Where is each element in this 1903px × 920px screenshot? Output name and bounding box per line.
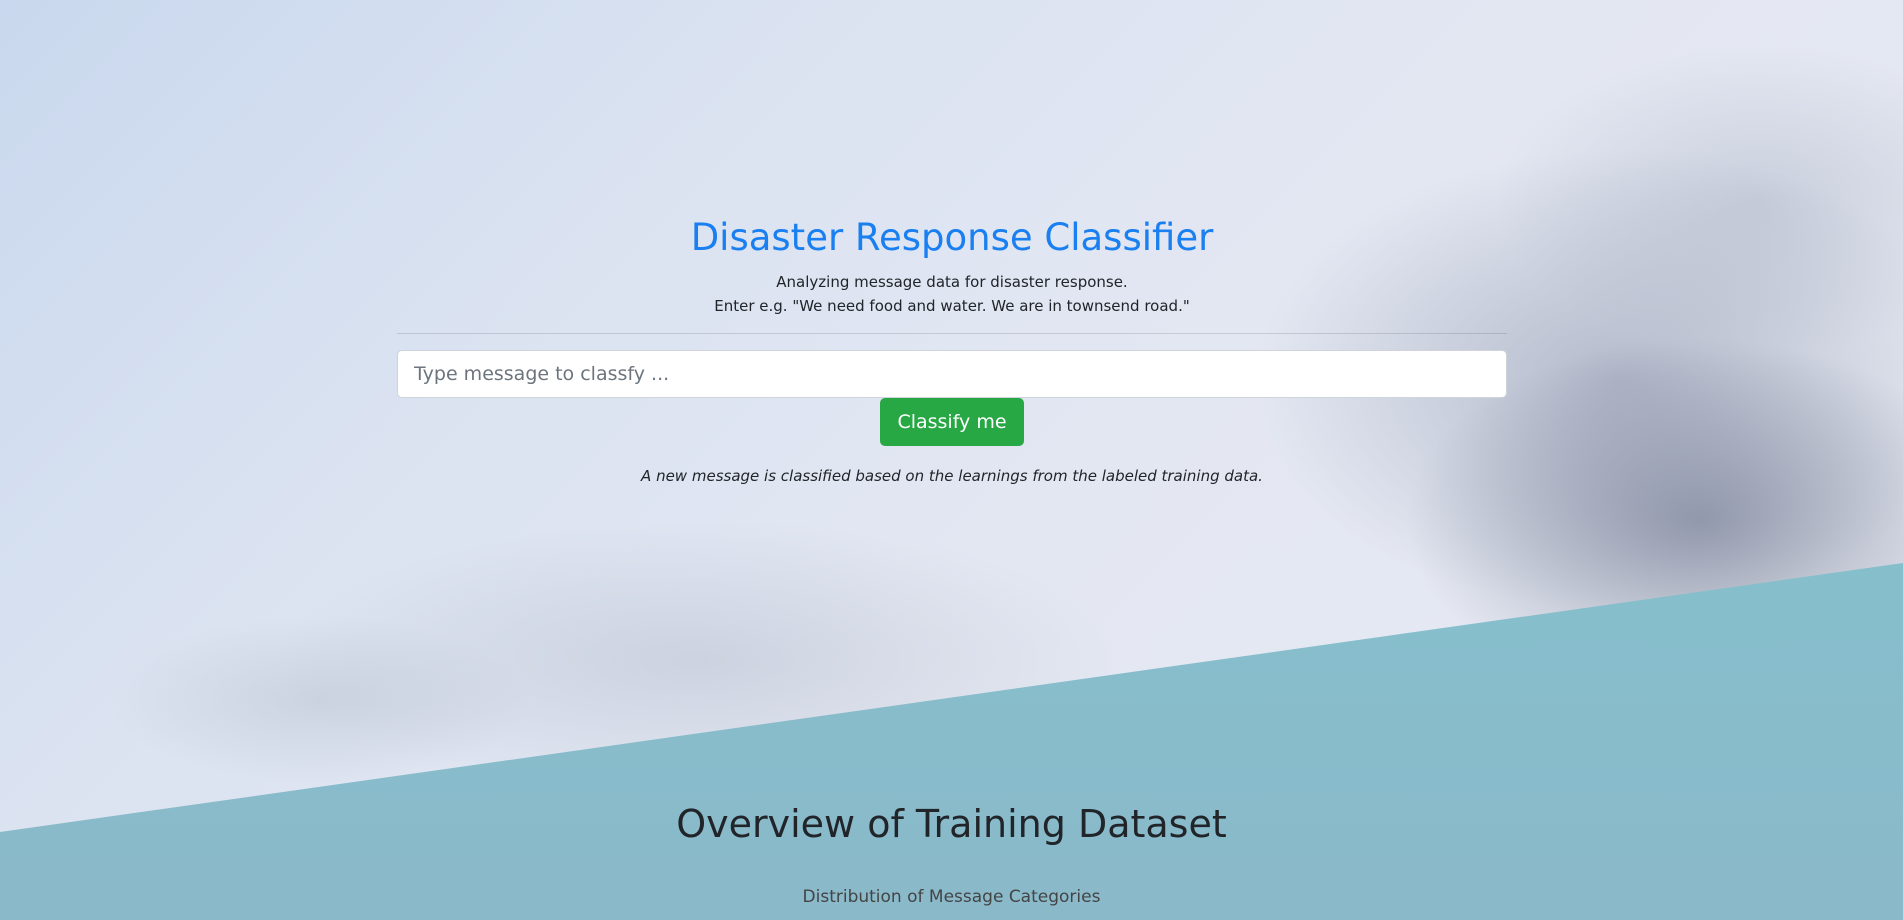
classify-button[interactable]: Classify me	[880, 398, 1024, 446]
classifier-note: A new message is classified based on the…	[641, 467, 1263, 485]
page-title: Disaster Response Classifier	[690, 216, 1214, 259]
message-input[interactable]	[397, 350, 1507, 398]
chart-title: Distribution of Message Categories	[802, 887, 1101, 907]
overview-title: Overview of Training Dataset	[676, 802, 1227, 846]
subtitle-line-1: Analyzing message data for disaster resp…	[776, 273, 1128, 291]
subtitle-line-2: Enter e.g. "We need food and water. We a…	[714, 297, 1190, 315]
jumbotron: Disaster Response Classifier Analyzing m…	[397, 210, 1507, 488]
divider	[397, 333, 1507, 334]
page-subtitle: Analyzing message data for disaster resp…	[397, 270, 1507, 318]
classify-form: Classify me	[397, 350, 1507, 446]
